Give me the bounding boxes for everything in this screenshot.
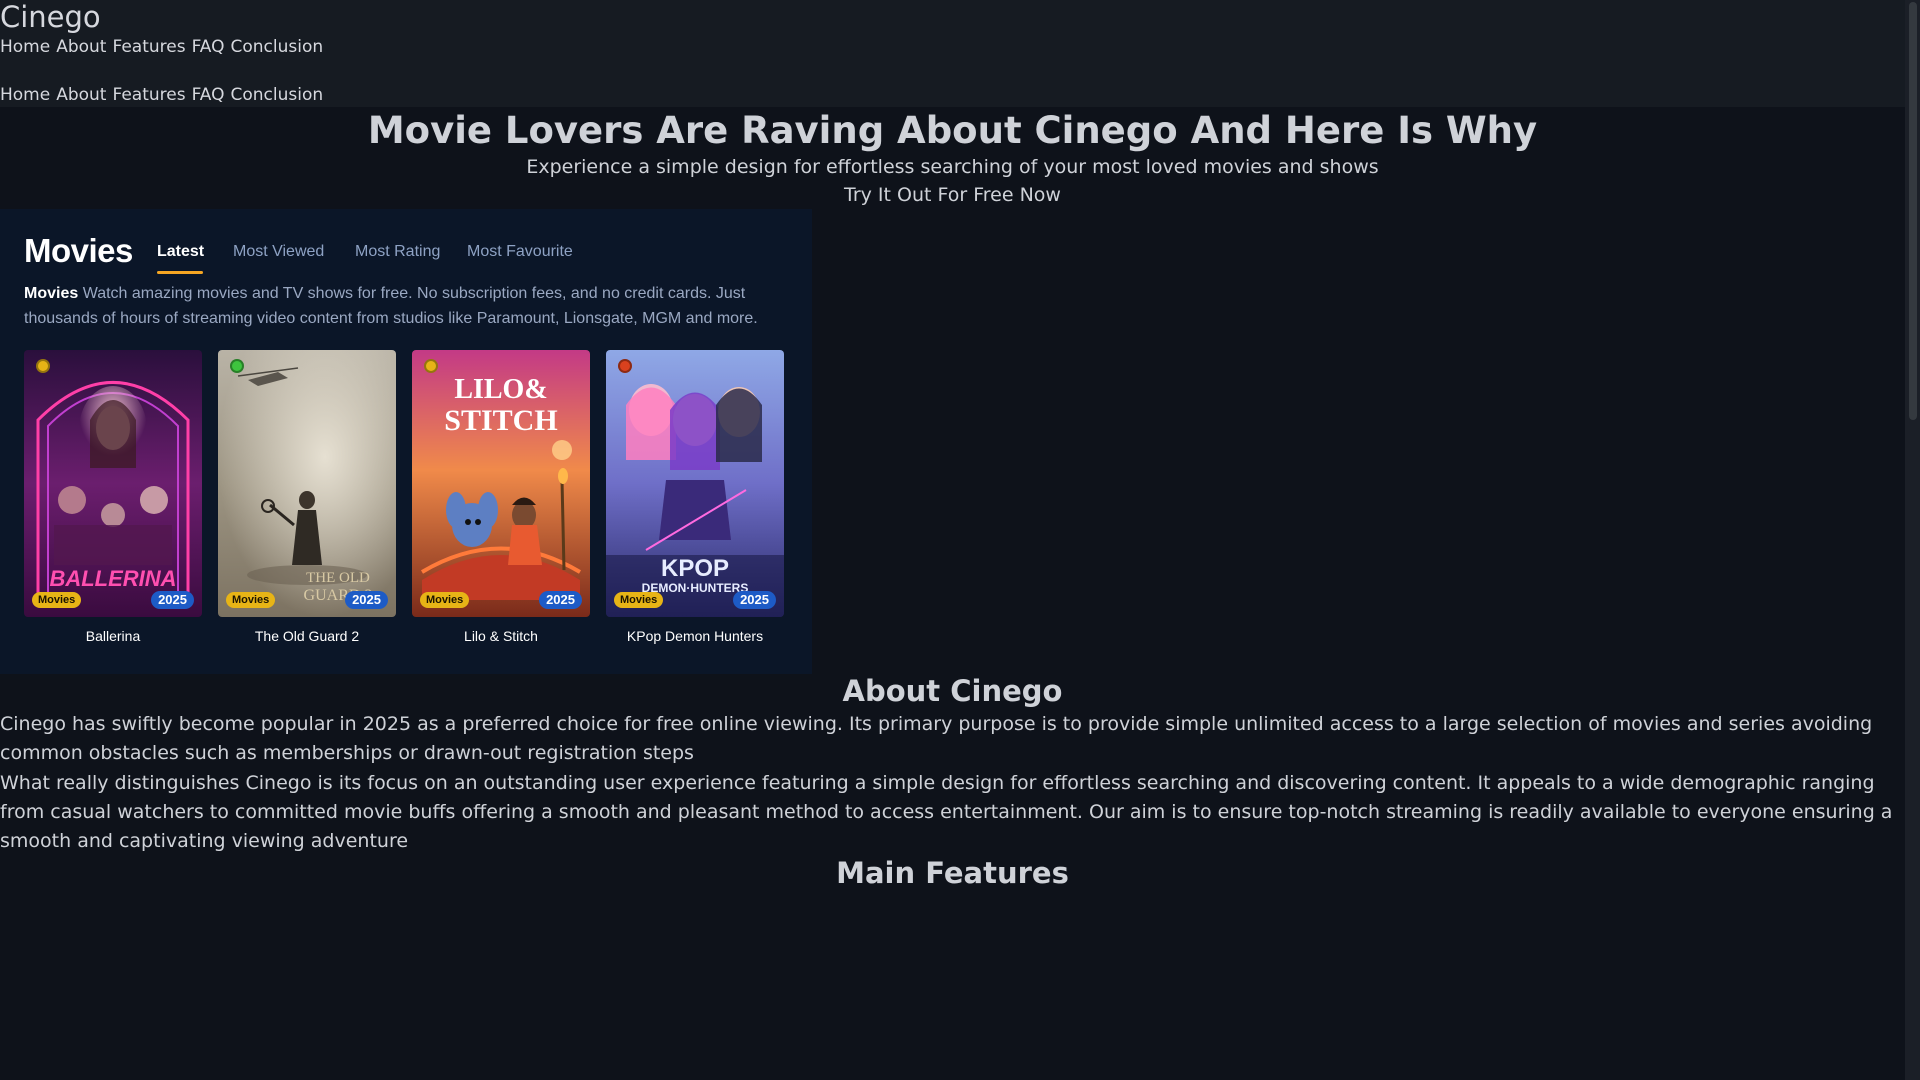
type-badge: Movies xyxy=(614,592,664,608)
movie-poster[interactable]: LILO& STITCH Movies 2025 xyxy=(412,350,590,617)
scrollbar-thumb[interactable] xyxy=(1909,2,1917,420)
type-badge: Movies xyxy=(420,592,470,608)
about-paragraph-2: What really distinguishes Cinego is its … xyxy=(0,772,1893,852)
year-badge: 2025 xyxy=(151,591,194,609)
nav-faq[interactable]: FAQ xyxy=(192,37,225,57)
svg-text:KPOP: KPOP xyxy=(661,555,729,582)
status-dot xyxy=(618,359,632,373)
type-badge: Movies xyxy=(32,592,82,608)
movie-title[interactable]: Ballerina xyxy=(24,627,202,645)
brand-logo[interactable]: Cinego xyxy=(0,0,101,34)
old-guard-2-poster-icon: THE OLD GUARD 2 xyxy=(218,350,396,617)
movie-card[interactable]: THE OLD GUARD 2 Movies 2025 The Old Guar… xyxy=(218,350,396,645)
status-dot xyxy=(230,359,244,373)
tab-most-rating[interactable]: Most Rating xyxy=(355,240,440,264)
nav2-features[interactable]: Features xyxy=(112,85,185,105)
movies-desc-text: Watch amazing movies and TV shows for fr… xyxy=(24,285,758,327)
movies-heading: Movies xyxy=(24,232,133,269)
nav2-home[interactable]: Home xyxy=(0,85,50,105)
secondary-nav: Home About Features FAQ Conclusion xyxy=(0,84,329,106)
nav-conclusion[interactable]: Conclusion xyxy=(231,37,324,57)
movie-title[interactable]: The Old Guard 2 xyxy=(218,627,396,645)
lilo-stitch-poster-icon: LILO& STITCH xyxy=(412,350,590,617)
scrollbar[interactable] xyxy=(1905,0,1920,1080)
status-dot xyxy=(424,359,438,373)
site-header: Cinego Home About Features FAQ Conclusion Ho… xyxy=(0,0,1905,107)
svg-text:LILO&: LILO& xyxy=(454,374,547,405)
active-tab-indicator xyxy=(157,271,203,274)
svg-text:STITCH: STITCH xyxy=(444,404,557,437)
movies-widget: Movies Latest Most Viewed Most Rating Mo… xyxy=(0,209,812,674)
svg-text:THE OLD: THE OLD xyxy=(306,570,370,586)
type-badge: Movies xyxy=(226,592,276,608)
nav2-about[interactable]: About xyxy=(56,85,106,105)
movies-desc-lead: Movies xyxy=(24,285,79,302)
hero-subtitle: Experience a simple design for effortles… xyxy=(526,156,1379,178)
year-badge: 2025 xyxy=(345,591,388,609)
year-badge: 2025 xyxy=(539,591,582,609)
hero-title: Movie Lovers Are Raving About Cinego And… xyxy=(367,109,1538,152)
features-title: Main Features xyxy=(836,856,1069,890)
movie-poster[interactable]: THE OLD GUARD 2 Movies 2025 xyxy=(218,350,396,617)
nav2-faq[interactable]: FAQ xyxy=(192,85,225,105)
tab-latest[interactable]: Latest xyxy=(157,240,204,264)
kpop-demon-hunters-poster-icon: KPOP DEMON·HUNTERS xyxy=(606,350,784,617)
about-paragraph-1: Cinego has swiftly become popular in 202… xyxy=(0,713,1873,764)
movies-description: Movies Watch amazing movies and TV shows… xyxy=(24,281,794,331)
nav-features[interactable]: Features xyxy=(112,37,185,57)
movie-card[interactable]: KPOP DEMON·HUNTERS Movies 2025 KPop Demo… xyxy=(606,350,784,645)
nav-about[interactable]: About xyxy=(56,37,106,57)
nav2-conclusion[interactable]: Conclusion xyxy=(231,85,324,105)
movie-card[interactable]: BALLERINA Movies 2025 Ballerina xyxy=(24,350,202,645)
movie-title[interactable]: Lilo & Stitch xyxy=(412,627,590,645)
movie-poster[interactable]: BALLERINA Movies 2025 xyxy=(24,350,202,617)
svg-text:BALLERINA: BALLERINA xyxy=(49,566,176,591)
nav-home[interactable]: Home xyxy=(0,37,50,57)
ballerina-poster-icon: BALLERINA xyxy=(24,350,202,617)
movie-card[interactable]: LILO& STITCH Movies 2025 Lilo & Stitch xyxy=(412,350,590,645)
year-badge: 2025 xyxy=(733,591,776,609)
tab-most-viewed[interactable]: Most Viewed xyxy=(233,240,324,264)
tab-most-favourite[interactable]: Most Favourite xyxy=(467,240,573,264)
status-dot xyxy=(36,359,50,373)
primary-nav: Home About Features FAQ Conclusion xyxy=(0,36,329,58)
about-title: About Cinego xyxy=(842,674,1063,708)
movie-poster[interactable]: KPOP DEMON·HUNTERS Movies 2025 xyxy=(606,350,784,617)
movie-title[interactable]: KPop Demon Hunters xyxy=(606,627,784,645)
hero-cta[interactable]: Try It Out For Free Now xyxy=(0,183,1905,207)
